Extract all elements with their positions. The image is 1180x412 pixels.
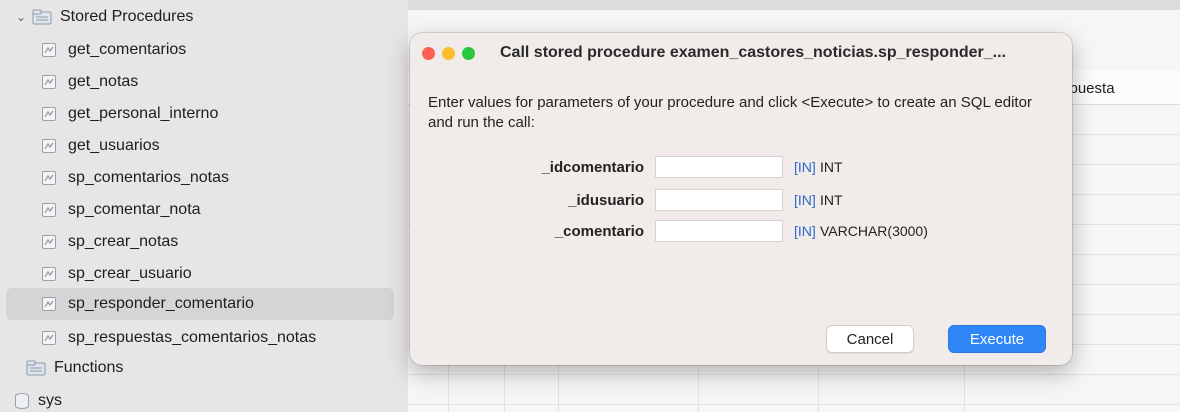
- chevron-down-icon[interactable]: ⌄: [14, 10, 28, 24]
- execute-button[interactable]: Execute: [948, 325, 1046, 353]
- param-name: _idcomentario: [541, 159, 644, 176]
- toolbar-strip: [408, 0, 1180, 10]
- tree-item-procedure[interactable]: get_usuarios: [42, 129, 160, 162]
- folder-icon: [26, 360, 46, 375]
- tree-schema-sys[interactable]: sys: [14, 384, 62, 412]
- tree-item-label: sp_comentarios_notas: [68, 168, 229, 186]
- stored-procedure-icon: [42, 42, 56, 57]
- tree-item-procedure[interactable]: sp_responder_comentario: [6, 288, 394, 320]
- grid-row-line: [408, 374, 1180, 375]
- tree-folder-label: Functions: [54, 358, 124, 376]
- dialog-instructions: Enter values for parameters of your proc…: [428, 94, 1032, 131]
- tree-item-procedure[interactable]: sp_respuestas_comentarios_notas: [42, 321, 316, 354]
- tree-folder-stored-procedures[interactable]: ⌄ Stored Procedures: [14, 0, 193, 33]
- param-idusuario-input[interactable]: [655, 189, 783, 211]
- tree-item-label: sp_respuestas_comentarios_notas: [68, 328, 317, 346]
- tree-item-label: sp_responder_comentario: [68, 295, 254, 312]
- param-type: VARCHAR(3000): [820, 223, 928, 239]
- param-type: INT: [820, 192, 843, 208]
- param-type: INT: [820, 159, 843, 175]
- tree-item-label: get_usuarios: [68, 136, 160, 154]
- tree-schema-label: sys: [38, 391, 62, 409]
- stored-procedure-icon: [42, 266, 56, 281]
- dialog-title: Call stored procedure examen_castores_no…: [500, 44, 1006, 61]
- tree-item-label: get_notas: [68, 72, 139, 90]
- grid-row-line: [408, 404, 1180, 405]
- tree-folder-functions[interactable]: Functions: [26, 351, 123, 384]
- param-name: _comentario: [554, 223, 644, 240]
- param-row-idusuario: _idusuario [IN] INT: [410, 189, 1072, 213]
- param-comentario-input[interactable]: [655, 220, 783, 242]
- minimize-window-button[interactable]: [442, 47, 455, 60]
- tree-folder-label: Stored Procedures: [60, 7, 194, 25]
- tree-item-label: get_personal_interno: [68, 104, 219, 122]
- stored-procedure-icon: [42, 330, 56, 345]
- call-procedure-dialog: Call stored procedure examen_castores_no…: [410, 33, 1072, 365]
- maximize-window-button[interactable]: [462, 47, 475, 60]
- tree-item-procedure[interactable]: get_personal_interno: [42, 97, 218, 130]
- schema-tree-sidebar: ⌄ Stored Procedures get_comentarios get_n…: [0, 0, 408, 412]
- tree-item-procedure[interactable]: sp_crear_notas: [42, 225, 178, 258]
- tree-item-procedure[interactable]: get_notas: [42, 65, 138, 98]
- tree-item-procedure[interactable]: sp_crear_usuario: [42, 257, 192, 290]
- tree-item-label: get_comentarios: [68, 40, 187, 58]
- tree-item-procedure[interactable]: sp_comentarios_notas: [42, 161, 229, 194]
- param-mode: [IN]: [794, 223, 816, 239]
- param-idcomentario-input[interactable]: [655, 156, 783, 178]
- param-row-idcomentario: _idcomentario [IN] INT: [410, 156, 1072, 180]
- cancel-button[interactable]: Cancel: [826, 325, 914, 353]
- stored-procedure-icon: [42, 74, 56, 89]
- stored-procedure-icon: [42, 202, 56, 217]
- stored-procedure-icon: [42, 138, 56, 153]
- dialog-titlebar[interactable]: Call stored procedure examen_castores_no…: [410, 33, 1072, 73]
- tree-item-label: sp_crear_notas: [68, 232, 179, 250]
- tree-item-procedure[interactable]: sp_comentar_nota: [42, 193, 201, 226]
- param-mode: [IN]: [794, 192, 816, 208]
- stored-procedure-icon: [42, 297, 56, 311]
- tree-item-procedure[interactable]: get_comentarios: [42, 33, 186, 66]
- tree-item-label: sp_comentar_nota: [68, 200, 201, 218]
- database-icon: [15, 392, 29, 409]
- stored-procedure-icon: [42, 170, 56, 185]
- param-name: _idusuario: [568, 192, 644, 209]
- stored-procedure-icon: [42, 234, 56, 249]
- close-window-button[interactable]: [422, 47, 435, 60]
- stored-procedure-icon: [42, 106, 56, 121]
- folder-icon: [32, 9, 52, 24]
- param-row-comentario: _comentario [IN] VARCHAR(3000): [410, 220, 1072, 244]
- tree-item-label: sp_crear_usuario: [68, 264, 192, 282]
- param-mode: [IN]: [794, 159, 816, 175]
